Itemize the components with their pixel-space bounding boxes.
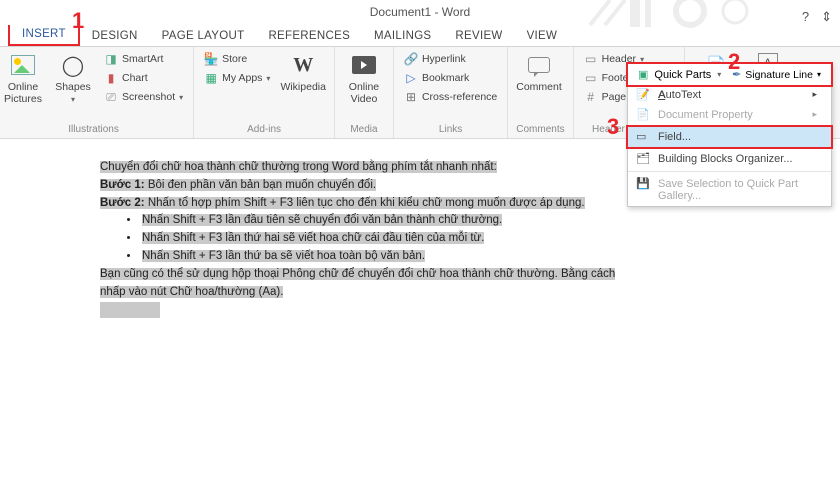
- bookmark-button[interactable]: ▷Bookmark: [402, 70, 499, 86]
- comment-button[interactable]: Comment: [516, 51, 562, 93]
- docprop-icon: 📄: [636, 108, 650, 121]
- group-media: Online Video Media: [335, 47, 394, 138]
- store-button[interactable]: 🏪Store: [202, 51, 272, 67]
- bookmark-icon: ▷: [404, 71, 418, 85]
- tab-mailings[interactable]: MAILINGS: [362, 27, 443, 46]
- group-illustrations: Online Pictures ◯ Shapes ◨SmartArt ▮Char…: [0, 47, 194, 138]
- menu-building-blocks[interactable]: 🗂Building Blocks Organizer...: [628, 149, 831, 169]
- bbo-icon: 🗂: [636, 152, 650, 165]
- doc-line: Chuyển đổi chữ hoa thành chữ thường tron…: [100, 161, 497, 173]
- smartart-icon: ◨: [104, 52, 118, 66]
- myapps-icon: ▦: [204, 71, 218, 85]
- store-icon: 🏪: [204, 52, 218, 66]
- tab-references[interactable]: REFERENCES: [256, 27, 362, 46]
- online-video-button[interactable]: Online Video: [343, 51, 385, 105]
- ribbon-collapse-icon[interactable]: ⇕: [821, 4, 832, 29]
- wikipedia-icon: W: [289, 51, 317, 79]
- selection-tail: [100, 302, 160, 318]
- tab-design[interactable]: DESIGN: [80, 27, 150, 46]
- screenshot-button[interactable]: ⎚Screenshot: [102, 89, 185, 105]
- tab-insert[interactable]: INSERT: [8, 23, 80, 46]
- tab-view[interactable]: VIEW: [515, 27, 570, 46]
- group-links: 🔗Hyperlink ▷Bookmark ⊞Cross-reference Li…: [394, 47, 508, 138]
- footer-icon: ▭: [584, 71, 598, 85]
- menu-document-property[interactable]: 📄Document Property▸: [628, 105, 831, 125]
- menu-field[interactable]: ▭Field...: [626, 125, 833, 149]
- window-decoration: [580, 0, 780, 30]
- cross-reference-button[interactable]: ⊞Cross-reference: [402, 89, 499, 105]
- chart-icon: ▮: [104, 71, 118, 85]
- hyperlink-icon: 🔗: [404, 52, 418, 66]
- video-icon: [350, 51, 378, 79]
- signature-icon: ✒: [732, 68, 741, 81]
- hyperlink-button[interactable]: 🔗Hyperlink: [402, 51, 499, 67]
- title-bar: Document1 - Word ? ⇕: [0, 0, 840, 25]
- header-icon: ▭: [584, 52, 598, 66]
- tab-page-layout[interactable]: PAGE LAYOUT: [150, 27, 257, 46]
- crossref-icon: ⊞: [404, 90, 418, 104]
- shapes-icon: ◯: [59, 51, 87, 79]
- autotext-icon: 📝: [636, 88, 650, 101]
- help-icon[interactable]: ?: [802, 4, 809, 29]
- screenshot-icon: ⎚: [104, 90, 118, 104]
- online-pictures-icon: [9, 51, 37, 79]
- shapes-button[interactable]: ◯ Shapes: [52, 51, 94, 104]
- document-page: Chuyển đổi chữ hoa thành chữ thường tron…: [100, 159, 740, 500]
- window-title: Document1 - Word: [370, 5, 470, 19]
- comment-icon: [525, 51, 553, 79]
- menu-save-selection[interactable]: 💾Save Selection to Quick Part Gallery...: [628, 174, 831, 206]
- quick-parts-dropdown: ▣ Quick Parts▾ ✒ Signature Line▾ πEquati…: [627, 63, 832, 207]
- quickparts-icon: ▣: [638, 68, 648, 81]
- menu-autotext[interactable]: 📝AAutoText▸: [628, 85, 831, 105]
- smartart-button[interactable]: ◨SmartArt: [102, 51, 185, 67]
- online-pictures-button[interactable]: Online Pictures: [2, 51, 44, 105]
- group-comments: Comment Comments: [508, 47, 573, 138]
- pagenum-icon: #: [584, 90, 598, 104]
- chart-button[interactable]: ▮Chart: [102, 70, 185, 86]
- quick-parts-button[interactable]: ▣ Quick Parts▾ ✒ Signature Line▾: [626, 62, 833, 87]
- wikipedia-button[interactable]: W Wikipedia: [280, 51, 326, 93]
- tab-review[interactable]: REVIEW: [443, 27, 514, 46]
- my-apps-button[interactable]: ▦My Apps: [202, 70, 272, 86]
- field-icon: ▭: [636, 130, 646, 143]
- group-addins: 🏪Store ▦My Apps W Wikipedia Add-ins: [194, 47, 335, 138]
- save-icon: 💾: [636, 177, 650, 190]
